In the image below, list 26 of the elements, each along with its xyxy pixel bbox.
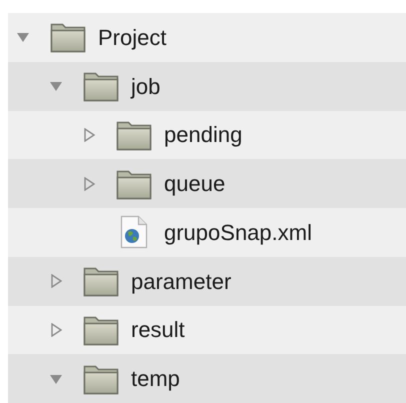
item-label: temp: [131, 365, 180, 394]
collapse-triangle-icon[interactable]: [49, 79, 63, 94]
tree-row[interactable]: job: [8, 62, 406, 110]
item-label: queue: [164, 170, 226, 198]
expand-triangle-icon[interactable]: [82, 176, 96, 191]
tree-row[interactable]: result: [8, 306, 406, 354]
tree-row[interactable]: grupoSnap.xml: [8, 208, 406, 257]
folder-icon: [50, 21, 86, 54]
tree-row[interactable]: parameter: [8, 256, 406, 306]
collapse-triangle-icon[interactable]: [16, 30, 30, 44]
tree-row[interactable]: queue: [8, 159, 406, 208]
item-label: parameter: [131, 268, 232, 296]
item-label: job: [131, 72, 160, 101]
item-label: result: [131, 316, 185, 344]
item-label: Project: [98, 24, 166, 52]
folder-icon: [83, 265, 119, 298]
tree-row[interactable]: Project: [8, 13, 406, 62]
tree-row[interactable]: pending: [8, 110, 406, 160]
expand-triangle-icon[interactable]: [82, 128, 96, 142]
expand-triangle-icon[interactable]: [49, 274, 63, 288]
folder-icon: [83, 70, 119, 102]
web-file-icon: [120, 215, 148, 250]
item-label: pending: [164, 121, 242, 150]
expand-triangle-icon[interactable]: [49, 322, 63, 337]
item-label: grupoSnap.xml: [164, 218, 312, 247]
tree-row[interactable]: temp: [8, 354, 406, 403]
